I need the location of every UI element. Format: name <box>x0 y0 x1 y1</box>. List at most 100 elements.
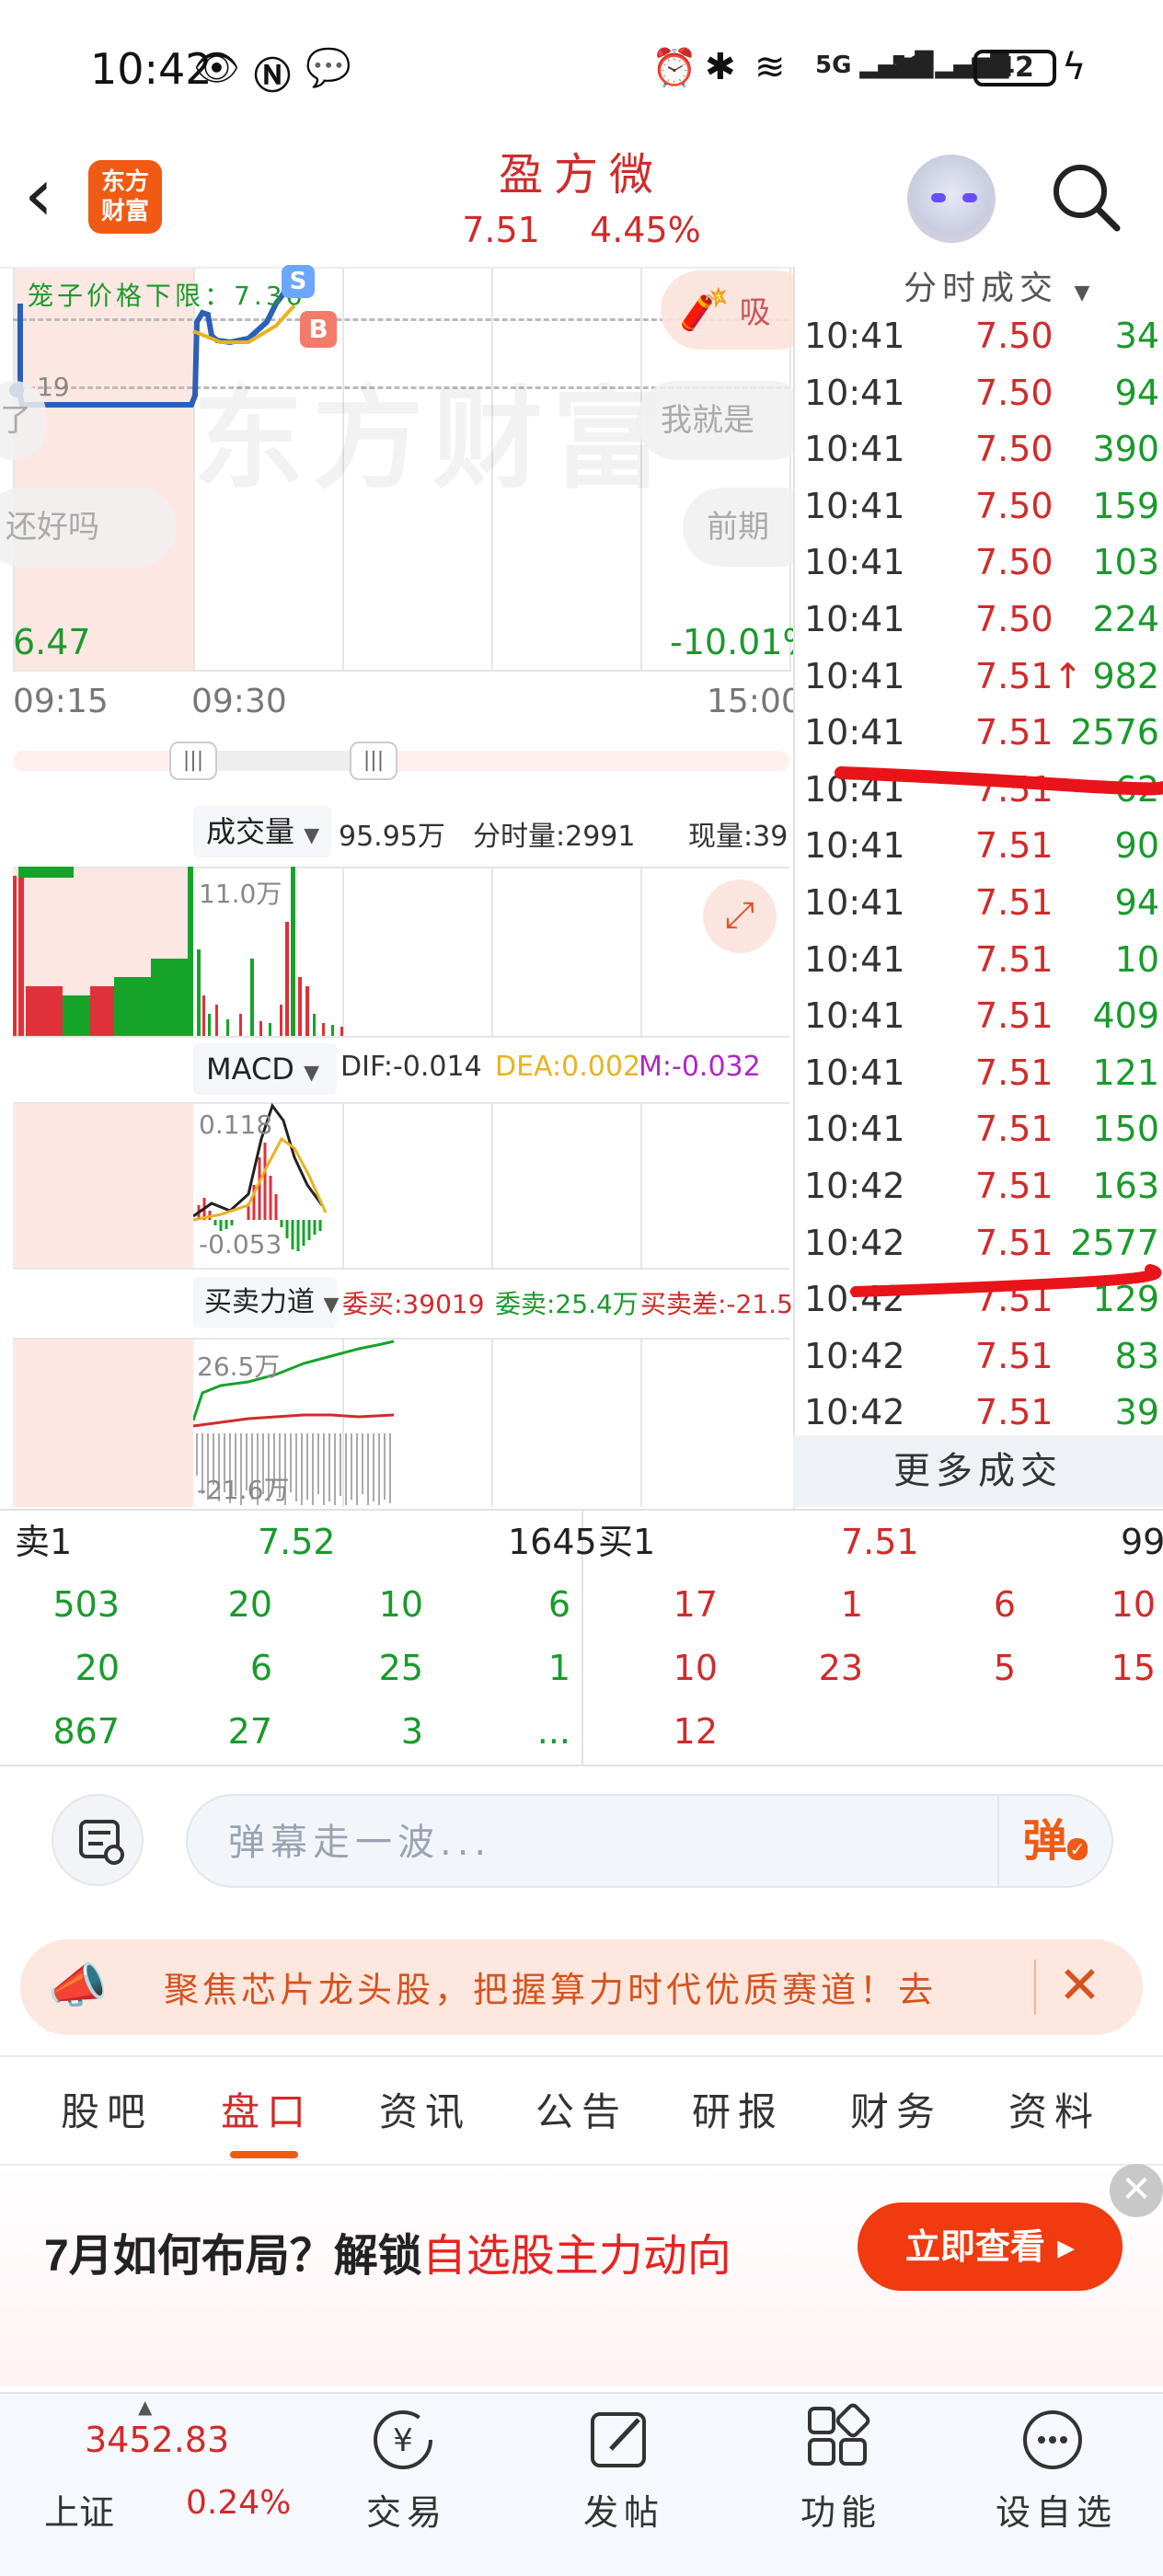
trade-icon[interactable]: ¥ <box>366 2403 440 2477</box>
force-axis-max: 26.5万 <box>197 1351 281 1382</box>
index-caret-icon: ▲ <box>138 2396 153 2418</box>
tick-time: 10:42 <box>804 1335 905 1376</box>
buy-queue-item: 1 <box>840 1584 863 1625</box>
tab-news[interactable]: 资讯 <box>379 2081 471 2137</box>
nav-trade[interactable]: 交易 <box>366 2484 447 2535</box>
tick-time: 10:41 <box>804 825 905 867</box>
force-sell: 委卖:25.4万 <box>495 1289 639 1319</box>
tab-pankou[interactable]: 盘口 <box>221 2081 313 2137</box>
danmaku-settings-icon <box>79 1820 124 1865</box>
grid-line <box>640 1338 642 1507</box>
buy-queue-item: 15 <box>1111 1648 1156 1688</box>
tick-volume: 159 <box>1092 485 1159 526</box>
macd-auction-highlight <box>13 1102 193 1268</box>
macd-selector[interactable]: MACD ▼ <box>193 1043 337 1095</box>
nav-post[interactable]: 发帖 <box>583 2484 664 2535</box>
sell-queue-item: 6 <box>249 1648 272 1688</box>
robot-assistant-icon[interactable] <box>907 155 996 243</box>
sell-queue-item: 20 <box>75 1648 120 1688</box>
expand-icon[interactable]: ⤢ <box>703 880 777 953</box>
force-auction-highlight <box>13 1338 193 1507</box>
tab-research[interactable]: 研报 <box>692 2081 784 2137</box>
buy-marker-badge[interactable]: B <box>300 311 337 348</box>
range-slider-track[interactable] <box>13 751 789 771</box>
tick-price: 7.50 <box>975 599 1054 639</box>
force-selector-label: 买卖力道 <box>204 1286 315 1318</box>
tick-row: 10:41 7.50 94 <box>795 364 1163 421</box>
tick-volume: 2576 <box>1070 712 1159 753</box>
megaphone-icon: 📣 <box>48 1959 108 2014</box>
tick-time: 10:41 <box>804 316 905 356</box>
tab-finance[interactable]: 财务 <box>850 2081 942 2137</box>
volume-selector-label: 成交量 <box>206 814 295 849</box>
buy1-price: 7.51 <box>841 1522 919 1562</box>
post-icon[interactable] <box>583 2403 657 2477</box>
time-label-continuous: 09:30 <box>191 683 287 720</box>
ad-title: 7月如何布局？解锁自选股主力动向 <box>44 2219 731 2283</box>
sell-queue-item: 867 <box>52 1711 120 1752</box>
ad-close-icon[interactable]: ✕ <box>1110 2164 1163 2217</box>
promo-text[interactable]: 聚焦芯片龙头股，把握算力时代优质赛道！去 <box>164 1961 1010 2012</box>
sell-queue-item: 10 <box>378 1584 423 1625</box>
tick-volume: 982 <box>1092 655 1159 696</box>
tick-volume: 分时量:2991 <box>473 821 636 853</box>
macd-axis-min: -0.053 <box>199 1229 282 1259</box>
tab-announcements[interactable]: 公告 <box>535 2081 628 2137</box>
tick-row: 10:42 7.51 163 <box>795 1157 1163 1214</box>
danmaku-placeholder: 弹幕走一波... <box>228 1822 492 1864</box>
stock-change: 4.45% <box>590 210 701 250</box>
index-change[interactable]: 0.24% <box>186 2484 291 2522</box>
nav-functions[interactable]: 功能 <box>800 2484 881 2535</box>
tick-price: 7.50 <box>975 429 1054 470</box>
low-price-label: 6.47 <box>13 622 91 662</box>
tick-row: 10:41 7.51 409 <box>795 987 1163 1044</box>
range-slider-left-handle[interactable]: ||| <box>169 742 217 780</box>
index-name[interactable]: 上证 <box>44 2484 114 2535</box>
range-slider-selection <box>193 751 374 771</box>
buy-queue-item: 17 <box>673 1584 718 1625</box>
functions-icon[interactable] <box>800 2403 874 2477</box>
macd-dif: DIF:-0.014 <box>340 1051 482 1083</box>
volume-axis-max: 11.0万 <box>199 879 282 909</box>
search-icon[interactable] <box>1049 160 1123 234</box>
tick-volume: 390 <box>1092 429 1159 470</box>
danmaku-bubble[interactable]: 还好吗 <box>0 488 177 567</box>
danmaku-send-button[interactable]: 弹 ✓ <box>997 1796 1111 1886</box>
tick-price: 7.51↑ <box>975 655 1083 696</box>
tick-row: 10:41 7.50 159 <box>795 477 1163 535</box>
close-icon[interactable]: ✕ <box>1058 1954 1101 2018</box>
active-tab-indicator <box>230 2151 298 2158</box>
tick-volume: 103 <box>1092 542 1159 583</box>
tick-price: 7.50 <box>975 542 1054 583</box>
ticks-header[interactable]: 分时成交 ▼ <box>904 261 1095 309</box>
tick-price: 7.51 <box>975 1335 1054 1376</box>
sell-queue-item: 503 <box>52 1584 120 1625</box>
buy1-volume: 99 <box>1121 1522 1163 1562</box>
tab-guba[interactable]: 股吧 <box>61 2081 153 2137</box>
sell-marker-badge[interactable]: S <box>282 265 315 298</box>
tick-time: 10:41 <box>804 1052 905 1093</box>
index-value[interactable]: 3452.83 <box>85 2420 229 2460</box>
more-trades-button[interactable]: 更多成交 <box>793 1435 1163 1507</box>
danmaku-settings-button[interactable] <box>52 1794 144 1886</box>
tick-time: 10:41 <box>804 655 905 696</box>
grid-line <box>640 1102 642 1268</box>
trade-ticks-panel[interactable]: 分时成交 ▼ 10:41 7.50 34 10:41 7.50 94 10:41 7.50 39… <box>793 267 1163 1509</box>
battery-icon: 42 <box>973 50 1056 86</box>
tab-profile[interactable]: 资料 <box>1008 2081 1100 2137</box>
sell-queue-item: 3 <box>400 1711 423 1752</box>
grid-line <box>13 1102 789 1104</box>
force-selector[interactable]: 买卖力道 ▼ <box>193 1277 339 1328</box>
nav-add-watchlist[interactable]: 设自选 <box>996 2484 1117 2535</box>
tick-time: 10:41 <box>804 485 905 526</box>
tick-price: 7.50 <box>975 485 1054 526</box>
tick-row: 10:41 7.51 94 <box>795 874 1163 931</box>
range-slider-right-handle[interactable]: ||| <box>350 742 397 780</box>
more-icon[interactable] <box>1016 2403 1089 2477</box>
tick-row: 10:41 7.51 150 <box>795 1100 1163 1157</box>
danmaku-bubble[interactable]: 我就是 <box>637 381 812 460</box>
volume-selector[interactable]: 成交量 ▼ <box>193 806 331 857</box>
tick-row: 10:41 7.51 10 <box>795 931 1163 988</box>
buy-queue-item: 23 <box>818 1648 863 1688</box>
view-now-button[interactable]: 立即查看 ▸ <box>858 2202 1123 2291</box>
